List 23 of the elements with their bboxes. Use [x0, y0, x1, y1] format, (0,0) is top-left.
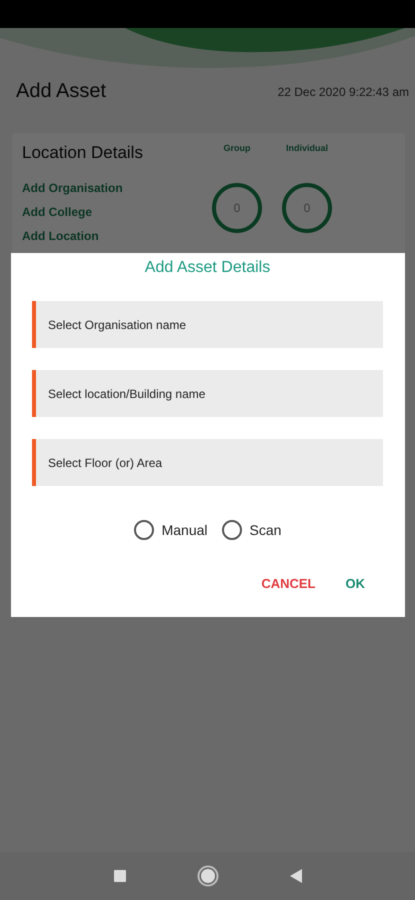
radio-icon[interactable]	[222, 520, 242, 540]
dialog-title: Add Asset Details	[144, 259, 270, 277]
select-field[interactable]: Select location/Building name	[32, 370, 383, 417]
add-link[interactable]: Add Location	[22, 229, 212, 243]
radio-label: Scan	[250, 522, 282, 538]
radio-option[interactable]: Manual	[134, 520, 208, 540]
counter-label: Individual	[286, 143, 328, 153]
select-field[interactable]: Select Floor (or) Area	[32, 439, 383, 486]
radio-label: Manual	[162, 522, 208, 538]
timestamp: 22 Dec 2020 9:22:43 am	[278, 84, 409, 98]
counter-label: Group	[224, 143, 250, 153]
back-icon[interactable]	[288, 868, 302, 884]
ok-button[interactable]: OK	[342, 570, 369, 597]
radio-option[interactable]: Scan	[222, 520, 282, 540]
home-icon[interactable]	[196, 865, 218, 887]
card-title: Location Details	[22, 143, 144, 163]
cancel-button[interactable]: CANCEL	[257, 570, 320, 597]
radio-icon[interactable]	[134, 520, 154, 540]
select-field[interactable]: Select Organisation name	[32, 301, 383, 348]
add-link[interactable]: Add Organisation	[22, 181, 212, 195]
page-title: Add Asset	[16, 80, 106, 103]
add-link[interactable]: Add College	[22, 205, 212, 219]
recents-icon[interactable]	[112, 869, 126, 883]
